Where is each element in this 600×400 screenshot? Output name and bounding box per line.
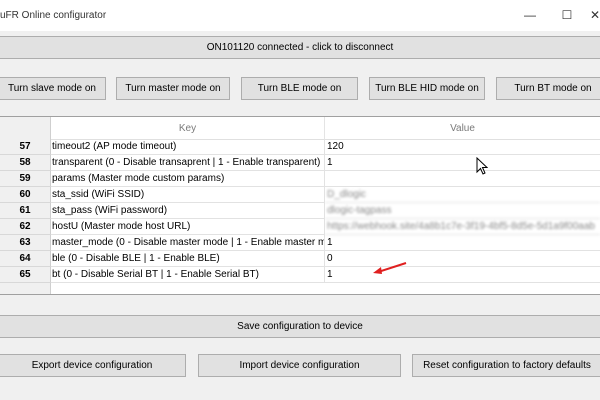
table-row[interactable]: 58 transparent (0 - Disable transaprent … bbox=[0, 155, 600, 171]
row-number: 60 bbox=[0, 187, 51, 203]
key-cell[interactable]: params (Master mode custom params) bbox=[51, 171, 325, 187]
column-header-key[interactable]: Key bbox=[51, 117, 325, 140]
key-cell[interactable]: sta_ssid (WiFi SSID) bbox=[51, 187, 325, 203]
row-number: 63 bbox=[0, 235, 51, 251]
key-cell[interactable]: transparent (0 - Disable transaprent | 1… bbox=[51, 155, 325, 171]
row-number: 59 bbox=[0, 171, 51, 187]
table-row[interactable]: 63 master_mode (0 - Disable master mode … bbox=[0, 235, 600, 251]
value-cell[interactable]: 120 bbox=[325, 139, 600, 155]
ble-mode-button[interactable]: Turn BLE mode on bbox=[241, 77, 358, 100]
title-bar: uFR Online configurator — ☐ ✕ bbox=[0, 0, 600, 31]
export-configuration-button[interactable]: Export device configuration bbox=[0, 354, 186, 377]
ble-hid-mode-button[interactable]: Turn BLE HID mode on bbox=[369, 77, 485, 100]
key-cell[interactable]: ble (0 - Disable BLE | 1 - Enable BLE) bbox=[51, 251, 325, 267]
table-row[interactable]: 59 params (Master mode custom params) bbox=[0, 171, 600, 187]
mouse-cursor-icon bbox=[476, 157, 488, 175]
row-number: 61 bbox=[0, 203, 51, 219]
table-row[interactable]: 65 bt (0 - Disable Serial BT | 1 - Enabl… bbox=[0, 267, 600, 283]
value-cell[interactable]: dlogic-tagpass bbox=[325, 203, 600, 219]
value-cell[interactable]: 1 bbox=[325, 267, 600, 283]
import-configuration-button[interactable]: Import device configuration bbox=[198, 354, 401, 377]
value-cell[interactable]: https://webhook.site/4a8b1c7e-3f19-4bf5-… bbox=[325, 219, 600, 235]
key-cell[interactable]: timeout2 (AP mode timeout) bbox=[51, 139, 325, 155]
save-configuration-button[interactable]: Save configuration to device bbox=[0, 315, 600, 338]
window-title: uFR Online configurator bbox=[0, 10, 107, 21]
row-number: 62 bbox=[0, 219, 51, 235]
table-row[interactable]: 64 ble (0 - Disable BLE | 1 - Enable BLE… bbox=[0, 251, 600, 267]
table-row[interactable]: 60 sta_ssid (WiFi SSID) D_dlogic bbox=[0, 187, 600, 203]
key-cell[interactable]: master_mode (0 - Disable master mode | 1… bbox=[51, 235, 325, 251]
maximize-icon[interactable]: ☐ bbox=[557, 6, 577, 24]
disconnect-button[interactable]: ON101120 connected - click to disconnect bbox=[0, 36, 600, 59]
table-row[interactable]: 57 timeout2 (AP mode timeout) 120 bbox=[0, 139, 600, 155]
slave-mode-button[interactable]: Turn slave mode on bbox=[0, 77, 106, 100]
corner-cell bbox=[0, 117, 51, 140]
bt-mode-button[interactable]: Turn BT mode on bbox=[496, 77, 600, 100]
table-row[interactable]: 62 hostU (Master mode host URL) https://… bbox=[0, 219, 600, 235]
value-cell[interactable]: 1 bbox=[325, 235, 600, 251]
master-mode-button[interactable]: Turn master mode on bbox=[116, 77, 230, 100]
value-cell[interactable]: 0 bbox=[325, 251, 600, 267]
row-number: 58 bbox=[0, 155, 51, 171]
value-cell[interactable]: 1 bbox=[325, 155, 600, 171]
value-cell[interactable] bbox=[325, 171, 600, 187]
column-header-value[interactable]: Value bbox=[325, 117, 600, 140]
table-header: Key Value bbox=[0, 117, 600, 140]
row-number: 64 bbox=[0, 251, 51, 267]
close-icon[interactable]: ✕ bbox=[585, 6, 600, 24]
minimize-icon[interactable]: — bbox=[520, 6, 540, 24]
row-number: 57 bbox=[0, 139, 51, 155]
annotation-arrow-icon bbox=[373, 262, 407, 274]
reset-configuration-button[interactable]: Reset configuration to factory defaults bbox=[412, 354, 600, 377]
table-row[interactable]: 61 sta_pass (WiFi password) dlogic-tagpa… bbox=[0, 203, 600, 219]
row-number: 65 bbox=[0, 267, 51, 283]
key-cell[interactable]: hostU (Master mode host URL) bbox=[51, 219, 325, 235]
config-table[interactable]: Key Value 57 timeout2 (AP mode timeout) … bbox=[0, 116, 600, 295]
key-cell[interactable]: bt (0 - Disable Serial BT | 1 - Enable S… bbox=[51, 267, 325, 283]
value-cell[interactable]: D_dlogic bbox=[325, 187, 600, 203]
key-cell[interactable]: sta_pass (WiFi password) bbox=[51, 203, 325, 219]
